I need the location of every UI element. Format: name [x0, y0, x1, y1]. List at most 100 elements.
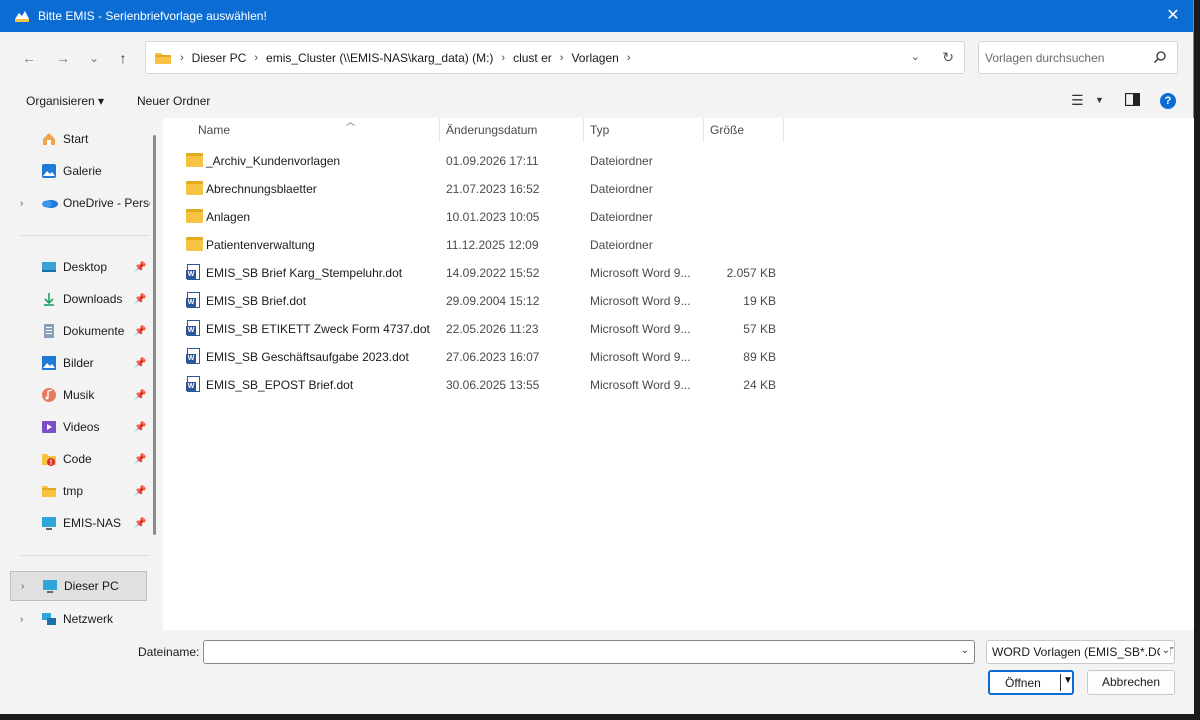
pin-icon[interactable]: 📌 [134, 294, 146, 305]
help-icon[interactable]: ? [1160, 93, 1176, 109]
pin-icon[interactable]: 📌 [134, 390, 146, 401]
breadcrumb-separator[interactable]: › [560, 52, 564, 64]
organize-button[interactable]: Organisieren ▾ [26, 94, 104, 108]
address-row: ← → ⌄ ↑ › Dieser PC › emis_Cluster (\\EM… [0, 40, 1194, 76]
column-header-size[interactable]: Größe [710, 118, 780, 142]
address-bar[interactable]: › Dieser PC › emis_Cluster (\\EMIS-NAS\k… [145, 41, 965, 74]
table-row[interactable]: Patientenverwaltung 11.12.2025 12:09 Dat… [163, 231, 1194, 259]
sidebar-item-start[interactable]: Start [10, 124, 147, 154]
table-row[interactable]: EMIS_SB Brief Karg_Stempeluhr.dot 14.09.… [163, 259, 1194, 287]
up-button[interactable]: ↑ [113, 48, 133, 68]
table-row[interactable]: EMIS_SB_EPOST Brief.dot 30.06.2025 13:55… [163, 371, 1194, 399]
sidebar-item-musik[interactable]: Musik 📌 [10, 380, 147, 410]
filename-input[interactable]: ⌄ [203, 640, 975, 664]
sidebar-item-netzwerk[interactable]: › Netzwerk [10, 604, 147, 630]
file-type: Microsoft Word 9... [590, 294, 691, 308]
word-document-icon [186, 348, 200, 364]
forward-button[interactable]: → [53, 48, 73, 68]
column-divider[interactable] [583, 118, 584, 142]
sidebar-item-label: Musik [63, 388, 95, 402]
chevron-down-icon[interactable]: ⌄ [961, 645, 969, 656]
column-header-date[interactable]: Änderungsdatum [446, 118, 581, 142]
breadcrumb-cluster[interactable]: clust er [513, 51, 552, 65]
sidebar-item-onedrive[interactable]: › OneDrive - Persc [10, 188, 150, 218]
home-icon [41, 131, 57, 147]
chevron-right-icon[interactable]: › [20, 198, 23, 209]
pin-icon[interactable]: 📌 [134, 358, 146, 369]
table-row[interactable]: EMIS_SB ETIKETT Zweck Form 4737.dot 22.0… [163, 315, 1194, 343]
column-header-type[interactable]: Typ [590, 118, 700, 142]
view-options-icon[interactable]: ☰ [1071, 92, 1084, 109]
table-row[interactable]: Anlagen 10.01.2023 10:05 Dateiordner [163, 203, 1194, 231]
monitor-icon [41, 515, 57, 531]
sidebar-item-desktop[interactable]: Desktop 📌 [10, 252, 147, 282]
back-button[interactable]: ← [19, 48, 39, 68]
breadcrumb-separator: › [180, 51, 184, 64]
column-divider[interactable] [703, 118, 704, 142]
breadcrumb-separator[interactable]: › [501, 52, 505, 64]
sidebar-item-bilder[interactable]: Bilder 📌 [10, 348, 147, 378]
videos-icon [41, 419, 57, 435]
table-row[interactable]: Abrechnungsblaetter 21.07.2023 16:52 Dat… [163, 175, 1194, 203]
dialog-footer: Dateiname: ⌄ WORD Vorlagen (EMIS_SB*.DOT… [0, 630, 1194, 714]
breadcrumb-separator[interactable]: › [627, 52, 631, 64]
sidebar-item-tmp[interactable]: tmp 📌 [10, 476, 147, 506]
pin-icon[interactable]: 📌 [134, 422, 146, 433]
breadcrumb-vorlagen[interactable]: Vorlagen [571, 51, 618, 65]
preview-pane-icon[interactable] [1125, 93, 1140, 106]
search-input[interactable]: Vorlagen durchsuchen [978, 41, 1178, 74]
file-date: 10.01.2023 10:05 [446, 210, 540, 224]
file-open-dialog: Bitte EMIS - Serienbriefvorlage auswähle… [0, 0, 1194, 714]
file-type: Dateiordner [590, 182, 653, 196]
sidebar-item-galerie[interactable]: Galerie [10, 156, 147, 186]
sidebar-scrollbar[interactable] [153, 135, 156, 535]
navigation-pane: Start Galerie › OneDrive - Persc Desktop… [10, 118, 150, 630]
column-header-name[interactable]: Name ︿ [198, 117, 438, 142]
table-row[interactable]: EMIS_SB Brief.dot 29.09.2004 15:12 Micro… [163, 287, 1194, 315]
cancel-button[interactable]: Abbrechen [1087, 670, 1175, 695]
file-name: EMIS_SB Brief Karg_Stempeluhr.dot [206, 266, 403, 280]
search-icon[interactable] [1153, 50, 1167, 64]
pin-icon[interactable]: 📌 [134, 326, 146, 337]
chevron-down-icon[interactable]: ▼ [1095, 95, 1104, 105]
file-name: Anlagen [206, 210, 251, 224]
table-row[interactable]: EMIS_SB Geschäftsaufgabe 2023.dot 27.06.… [163, 343, 1194, 371]
file-type: Dateiordner [590, 238, 653, 252]
refresh-icon[interactable]: ↻ [942, 49, 954, 66]
pin-icon[interactable]: 📌 [134, 262, 146, 273]
open-button[interactable]: Öffnen ▼ [988, 670, 1074, 695]
chevron-right-icon[interactable]: › [21, 581, 24, 592]
file-type: Dateiordner [590, 210, 653, 224]
sidebar-item-dokumente[interactable]: Dokumente 📌 [10, 316, 147, 346]
pin-icon[interactable]: 📌 [134, 518, 146, 529]
close-icon[interactable]: ✕ [1163, 6, 1183, 26]
sidebar-item-emis-nas[interactable]: EMIS-NAS 📌 [10, 508, 147, 538]
chevron-down-icon[interactable]: ⌄ [1159, 645, 1170, 656]
folder-icon [186, 181, 203, 195]
sidebar-item-label: Code [63, 452, 92, 466]
breadcrumb-separator[interactable]: › [254, 52, 258, 64]
recent-locations-button[interactable]: ⌄ [84, 48, 104, 68]
sidebar-item-downloads[interactable]: Downloads 📌 [10, 284, 147, 314]
sidebar-item-videos[interactable]: Videos 📌 [10, 412, 147, 442]
filter-value: WORD Vorlagen (EMIS_SB*.DOT) [992, 645, 1175, 659]
chevron-down-icon[interactable]: ▼ [1063, 675, 1073, 686]
pin-icon[interactable]: 📌 [134, 454, 146, 465]
file-type-filter[interactable]: WORD Vorlagen (EMIS_SB*.DOT) ⌄ [986, 640, 1175, 664]
table-row[interactable]: _Archiv_Kundenvorlagen 01.09.2026 17:11 … [163, 147, 1194, 175]
breadcrumb-drive[interactable]: emis_Cluster (\\EMIS-NAS\karg_data) (M:) [266, 51, 493, 65]
column-divider[interactable] [439, 118, 440, 142]
pin-icon[interactable]: 📌 [134, 486, 146, 497]
breadcrumb-dieser-pc[interactable]: Dieser PC [192, 51, 247, 65]
sidebar-item-label: OneDrive - Persc [63, 196, 150, 210]
folder-icon [186, 209, 203, 223]
sidebar-item-dieser-pc[interactable]: › Dieser PC [10, 571, 147, 601]
file-date: 21.07.2023 16:52 [446, 182, 540, 196]
chevron-down-icon[interactable]: ⌄ [911, 50, 920, 63]
column-divider[interactable] [783, 118, 784, 142]
new-folder-button[interactable]: Neuer Ordner [137, 94, 210, 108]
file-name: EMIS_SB ETIKETT Zweck Form 4737.dot [206, 322, 430, 336]
sidebar-divider [20, 555, 150, 556]
sidebar-item-code[interactable]: Code 📌 [10, 444, 147, 474]
chevron-right-icon[interactable]: › [20, 614, 23, 625]
